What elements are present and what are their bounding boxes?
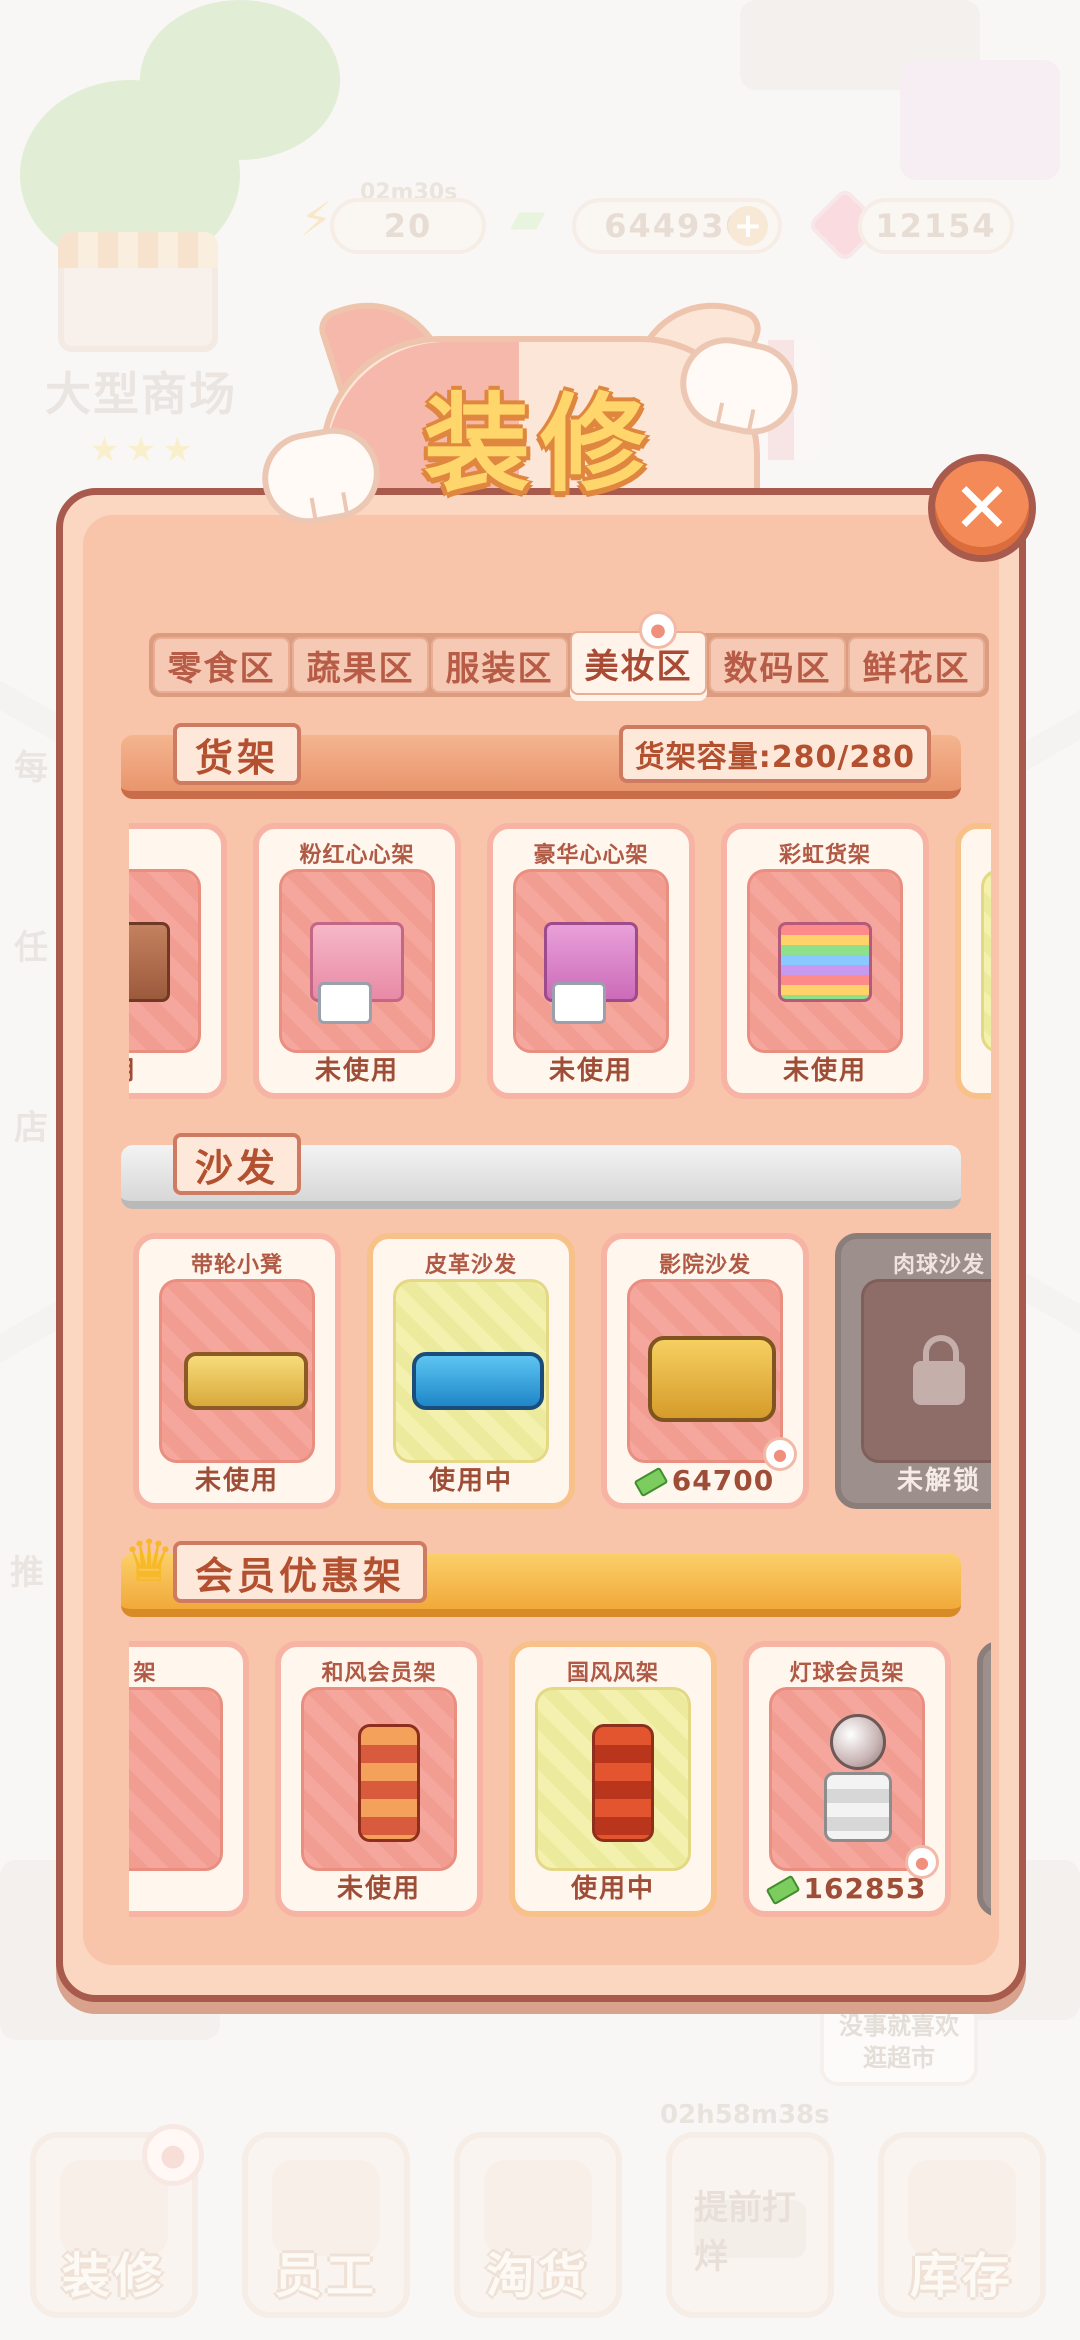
item-art (129, 1687, 223, 1871)
shelf-capacity: 货架容量:280/280 (618, 725, 931, 783)
close-button[interactable]: ✕ (928, 454, 1036, 562)
leather-sofa-icon (412, 1352, 544, 1410)
item-name: 蛋 (983, 1655, 991, 1687)
item-card[interactable]: 彩虹货架 未使用 (721, 823, 929, 1099)
item-name: 彩虹货架 (778, 843, 871, 868)
item-card[interactable]: 灯球会员架 162853 ● (743, 1641, 951, 1917)
item-status: 未 (983, 1868, 991, 1905)
item-card[interactable]: 肉球沙发 未解锁 (835, 1233, 991, 1509)
item-art (279, 869, 435, 1053)
rainbow-shelf-icon (778, 922, 872, 1002)
item-art (747, 869, 903, 1053)
cash-icon (765, 1874, 801, 1906)
item-art (535, 1687, 691, 1871)
stool-icon (184, 1352, 308, 1410)
item-art (129, 869, 201, 1053)
item-card[interactable]: 影院沙发 64700 ● (601, 1233, 809, 1509)
item-art (769, 1687, 925, 1871)
item-name: 带轮小凳 (190, 1253, 283, 1278)
item-card[interactable]: 粉红心心架 未使用 (253, 823, 461, 1099)
item-status: 未解锁 (896, 1466, 981, 1496)
item-card[interactable]: 蛋未 (977, 1641, 991, 1917)
item-name: 兔 (961, 837, 991, 869)
item-art (393, 1279, 549, 1463)
item-art (861, 1279, 991, 1463)
item-card[interactable]: 和风会员架 未使用 (275, 1641, 483, 1917)
item-name: 肉球沙发 (892, 1253, 985, 1278)
paw-icon: ● (639, 611, 677, 649)
item-name: 灯球会员架 (789, 1661, 905, 1686)
section-title: 会员优惠架 (173, 1541, 428, 1603)
close-icon: ✕ (952, 467, 1012, 549)
item-status: 未使用 (194, 1466, 279, 1496)
item-name: 国风风架 (566, 1661, 659, 1686)
paw-icon: ● (905, 1845, 939, 1879)
item-card[interactable]: 皮革沙发 使用中 (367, 1233, 575, 1509)
item-art (981, 869, 991, 1053)
item-card[interactable]: 国风风架 使用中 (509, 1641, 717, 1917)
item-status: 用 (129, 1050, 221, 1087)
price-value: 162853 (803, 1872, 927, 1905)
paw-icon: ● (763, 1437, 797, 1471)
tab-4[interactable]: 数码区 (709, 637, 846, 693)
desk-icon (552, 982, 606, 1024)
modal-body: 零食区蔬果区服装区美妆区数码区鲜花区 ● 货架 货架容量:280/280 用粉红… (83, 515, 999, 1965)
item-art (301, 1687, 457, 1871)
price-value: 64700 (671, 1464, 775, 1497)
item-name: 架 (133, 1661, 157, 1686)
desk-icon (318, 982, 372, 1024)
member-shelves-carousel[interactable]: 架和风会员架未使用国风风架使用中灯球会员架162853●蛋未 (129, 1641, 991, 1921)
item-card[interactable]: 豪华心心架 未使用 (487, 823, 695, 1099)
item-name: 皮革沙发 (424, 1253, 517, 1278)
vip-shelf-icon (592, 1724, 654, 1842)
item-name: 和风会员架 (321, 1661, 437, 1686)
item-name: 豪华心心架 (533, 843, 649, 868)
shelf-icon (129, 922, 170, 1002)
item-card[interactable]: 用 (129, 823, 227, 1099)
item-status: 用 (961, 1050, 991, 1087)
item-status: 未使用 (314, 1056, 399, 1086)
tab-5[interactable]: 鲜花区 (848, 637, 985, 693)
zone-tabs: 零食区 蔬果区 服装区 美妆区 数码区 鲜花区 (149, 631, 989, 697)
item-status: 未使用 (548, 1056, 633, 1086)
item-card[interactable]: 带轮小凳 未使用 (133, 1233, 341, 1509)
lock-icon (913, 1335, 965, 1405)
crown-icon: ♛ (123, 1527, 175, 1595)
item-card[interactable]: 兔用 (955, 823, 991, 1099)
item-card[interactable]: 架 (129, 1641, 249, 1917)
item-status: 使用中 (428, 1466, 513, 1496)
item-status: 使用中 (570, 1874, 655, 1904)
item-status: 未使用 (782, 1056, 867, 1086)
tab-1[interactable]: 蔬果区 (292, 637, 429, 693)
section-title: 货架 (173, 723, 302, 785)
item-art (627, 1279, 783, 1463)
item-art (513, 869, 669, 1053)
tab-0[interactable]: 零食区 (153, 637, 290, 693)
item-art (159, 1279, 315, 1463)
vip-shelf-icon (824, 1772, 892, 1842)
item-name: 粉红心心架 (299, 843, 415, 868)
cinema-sofa-icon (648, 1336, 776, 1422)
tab-2[interactable]: 服装区 (431, 637, 568, 693)
shelves-carousel[interactable]: 用粉红心心架未使用豪华心心架未使用彩虹货架未使用兔用 (129, 823, 991, 1103)
item-status: 未使用 (336, 1874, 421, 1904)
tab-3[interactable]: 美妆区 (570, 631, 707, 695)
section-title: 沙发 (173, 1133, 302, 1195)
decoration-modal: 零食区蔬果区服装区美妆区数码区鲜花区 ● 货架 货架容量:280/280 用粉红… (56, 488, 1026, 2002)
cash-icon (633, 1466, 669, 1498)
vip-shelf-icon (358, 1724, 420, 1842)
disco-ball-icon (830, 1714, 886, 1770)
item-name: 影院沙发 (658, 1253, 751, 1278)
sofas-carousel[interactable]: 带轮小凳 未使用 皮革沙发 使用中 影院沙发 64700 ● 肉球沙发 未解锁 (129, 1233, 991, 1513)
